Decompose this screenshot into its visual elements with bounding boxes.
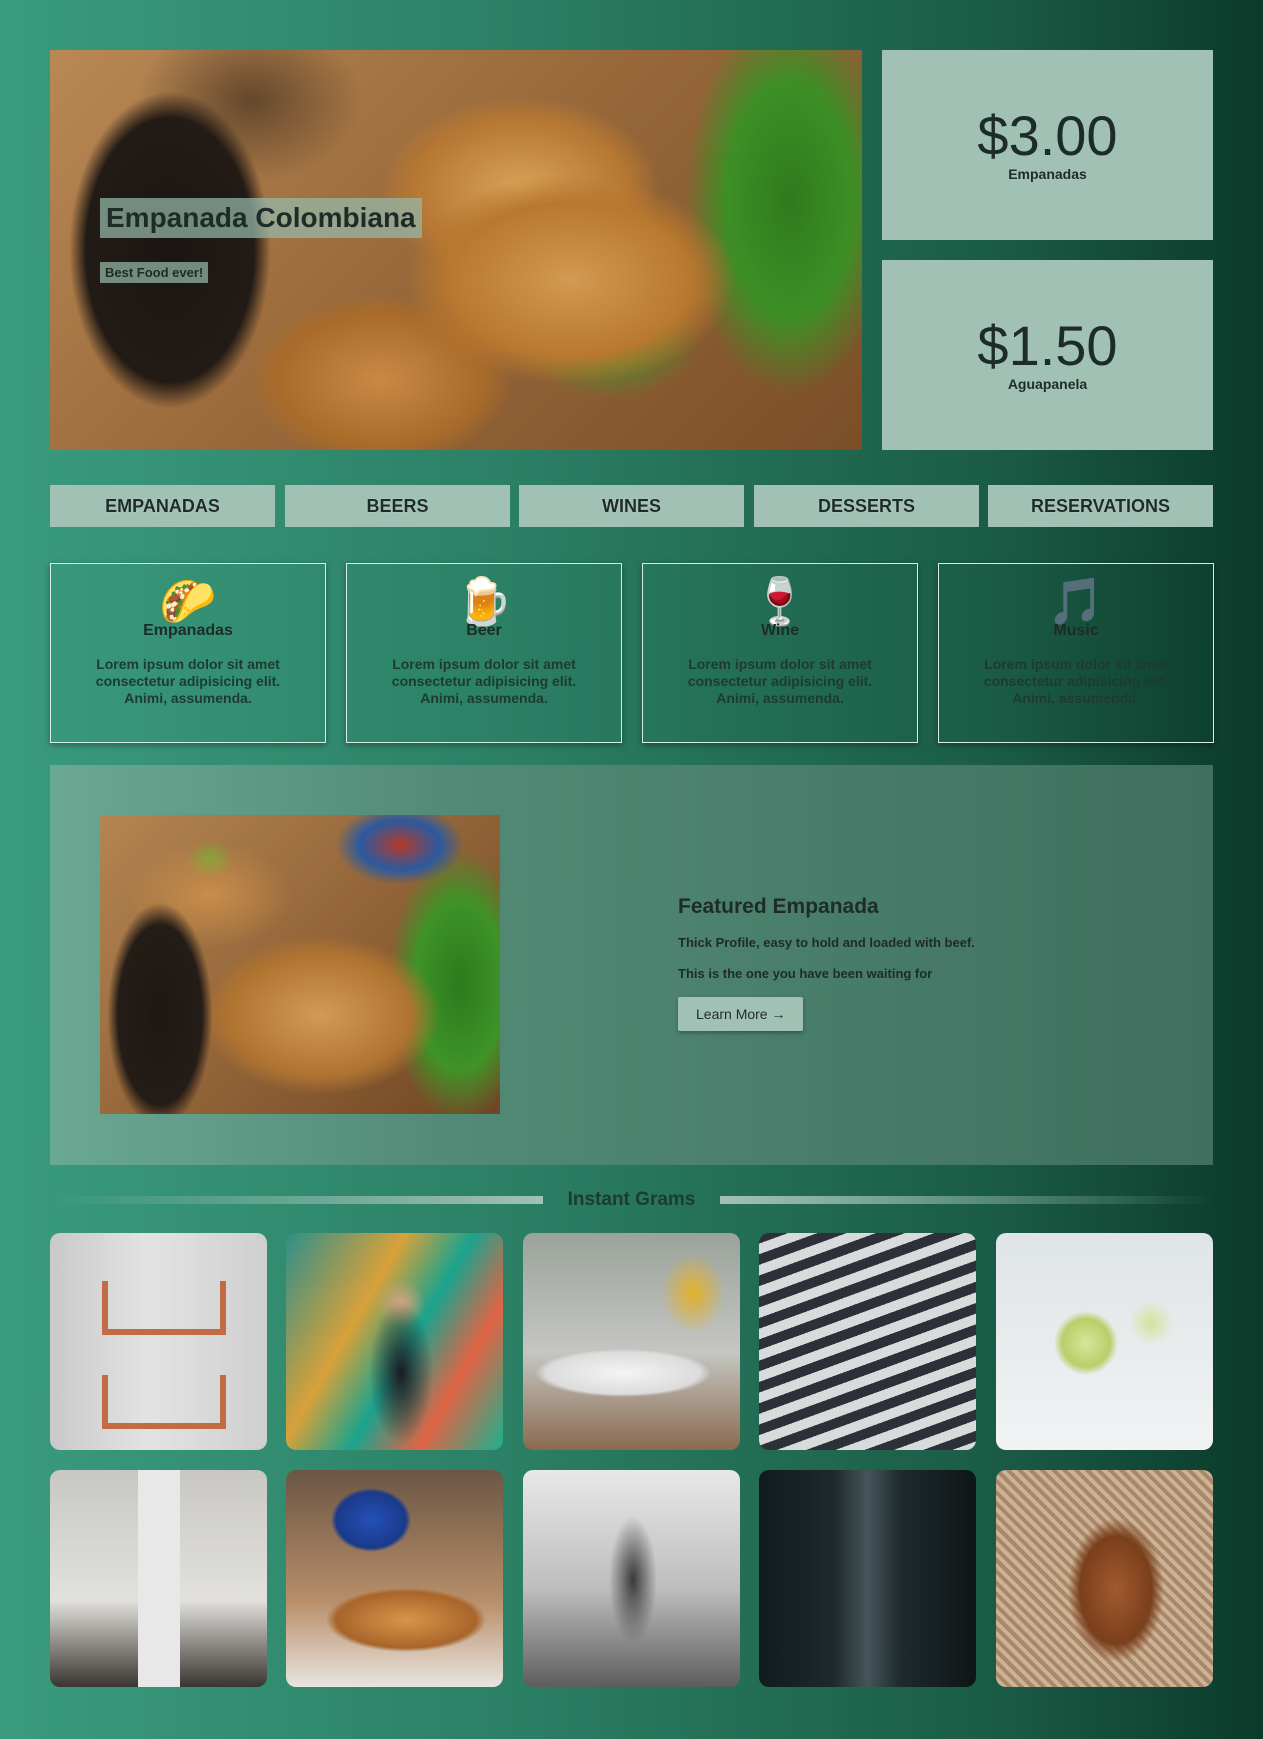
card-beer: 🍺 Beer Lorem ipsum dolor sit amet consec… [346, 563, 622, 743]
gram-photo-shelves[interactable] [50, 1233, 267, 1450]
page: Empanada Colombiana Best Food ever! $3.0… [50, 50, 1214, 1687]
gram-photo-building[interactable] [759, 1233, 976, 1450]
gram-photo-sandwich[interactable] [996, 1470, 1213, 1687]
gram-photo-laptop-table[interactable] [523, 1233, 740, 1450]
nav-desserts-button[interactable]: DESSERTS [754, 485, 979, 527]
featured-section: Featured Empanada Thick Profile, easy to… [50, 765, 1213, 1165]
card-text: Lorem ipsum dolor sit amet consectetur a… [687, 656, 873, 706]
gram-photo-woman-mural[interactable] [286, 1233, 503, 1450]
gram-photo-lemonade[interactable] [996, 1233, 1213, 1450]
card-text: Lorem ipsum dolor sit amet consectetur a… [95, 656, 281, 706]
card-title: Beer [466, 622, 502, 639]
nav-reservations-button[interactable]: RESERVATIONS [988, 485, 1213, 527]
nav-wines-button[interactable]: WINES [519, 485, 744, 527]
card-text: Lorem ipsum dolor sit amet consectetur a… [983, 656, 1169, 706]
card-title: Wine [760, 622, 800, 639]
card-music: 🎵 Music Lorem ipsum dolor sit amet conse… [938, 563, 1214, 743]
hero-image: Empanada Colombiana Best Food ever! [50, 50, 862, 450]
card-text: Lorem ipsum dolor sit amet consectetur a… [391, 656, 577, 706]
hero-title: Empanada Colombiana [100, 198, 422, 238]
divider-right [720, 1196, 1213, 1204]
price-card-aguapanela: $1.50 Aguapanela [882, 260, 1213, 450]
featured-text: Featured Empanada Thick Profile, easy to… [678, 895, 1118, 1031]
featured-tagline: This is the one you have been waiting fo… [678, 966, 933, 981]
gram-photo-window[interactable] [50, 1470, 267, 1687]
nav-beers-button[interactable]: BEERS [285, 485, 510, 527]
featured-title: Featured Empanada [678, 895, 879, 918]
card-title: Empanadas [143, 622, 233, 639]
price-label: Empanadas [1008, 166, 1087, 182]
hero-section: Empanada Colombiana Best Food ever! $3.0… [50, 50, 1213, 450]
gram-photo-alley[interactable] [759, 1470, 976, 1687]
featured-image [100, 815, 500, 1114]
nav-empanadas-button[interactable]: EMPANADAS [50, 485, 275, 527]
price-card-empanadas: $3.00 Empanadas [882, 50, 1213, 240]
gram-photo-flag[interactable] [523, 1470, 740, 1687]
price-label: Aguapanela [1007, 376, 1088, 392]
main-nav: EMPANADAS BEERS WINES DESSERTS RESERVATI… [50, 485, 1213, 527]
card-wine: 🍷 Wine Lorem ipsum dolor sit amet consec… [642, 563, 918, 743]
card-title: Music [1053, 622, 1099, 639]
hero-subtitle: Best Food ever! [100, 262, 209, 283]
card-empanadas: 🌮 Empanadas Lorem ipsum dolor sit amet c… [50, 563, 326, 743]
feature-cards: 🌮 Empanadas Lorem ipsum dolor sit amet c… [50, 563, 1214, 743]
learn-more-button[interactable]: Learn More → [678, 997, 804, 1031]
featured-description: Thick Profile, easy to hold and loaded w… [678, 935, 975, 950]
gram-photo-baking[interactable] [286, 1470, 503, 1687]
instant-grams-header: Instant Grams [50, 1187, 1213, 1213]
price-amount: $1.50 [977, 314, 1118, 377]
price-amount: $3.00 [977, 104, 1118, 167]
